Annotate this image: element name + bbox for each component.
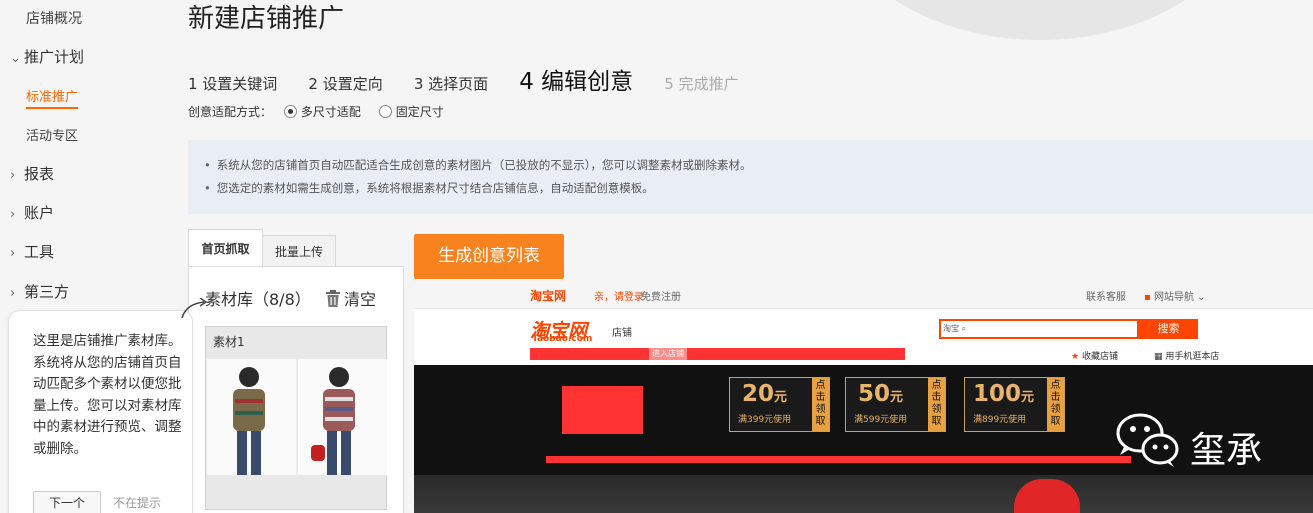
star-icon: ★ xyxy=(1071,352,1080,362)
search-icon: ⌕ xyxy=(961,324,967,333)
generate-creative-list-button[interactable]: 生成创意列表 xyxy=(414,234,564,279)
step-select-page: 3 选择页面 xyxy=(413,75,489,93)
step-indicator: 1 设置关键词 2 设置定向 3 选择页面 4 编辑创意 5 完成推广 xyxy=(188,62,765,98)
tooltip-arrow-icon xyxy=(181,298,208,319)
radio-fixed-size[interactable] xyxy=(378,105,392,118)
material-library-panel: 素材库（8/8） 清空 素材1 xyxy=(188,266,404,513)
coupon-amount: 20元 xyxy=(742,381,788,407)
background-decoration xyxy=(830,0,1250,40)
coupon-card: 20元 满399元使用 点击领取 xyxy=(729,377,830,432)
preview-lower-banner xyxy=(414,475,1313,513)
material-label: 素材1 xyxy=(213,335,245,349)
preview-enter-shop: 进入店铺 xyxy=(649,348,687,360)
sidebar-item-label: 推广计划 xyxy=(24,48,85,66)
coupon-card: 100元 满899元使用 点击领取 xyxy=(964,377,1065,432)
chevron-right-icon: › xyxy=(10,246,16,261)
sidebar-item-activity[interactable]: 活动专区 xyxy=(26,125,78,144)
preview-redacted-bar xyxy=(530,348,905,360)
material-card[interactable]: 素材1 xyxy=(205,326,387,510)
tab-batch-upload[interactable]: 批量上传 xyxy=(262,235,336,267)
chevron-down-icon: ⌄ xyxy=(1197,292,1206,303)
clear-label: 清空 xyxy=(344,290,377,309)
preview-login-link: 亲，请登录 xyxy=(594,292,644,303)
notice-line: 您选定的素材如需生成创意，系统将根据素材尺寸结合店铺信息，自动适配创意模板。 xyxy=(204,177,1313,200)
fit-mode-label: 创意适配方式： xyxy=(188,105,273,119)
sidebar-item-account[interactable]: › 账户 xyxy=(10,202,54,223)
coupon-amount: 50元 xyxy=(858,381,904,407)
tooltip-text: 这里是店铺推广素材库。系统将从您的店铺首页自动匹配多个素材以便您批量上传。您可以… xyxy=(33,333,182,457)
fit-mode-row: 创意适配方式： 多尺寸适配 固定尺寸 xyxy=(188,103,444,120)
coupon-get-label: 点击领取 xyxy=(928,378,945,431)
step-targeting: 2 设置定向 xyxy=(308,75,383,93)
preview-site-nav: ▪ 网站导航 ⌄ xyxy=(1144,288,1206,303)
preview-search-scope: 淘宝 ⌕ xyxy=(943,324,967,333)
watermark: 玺承 xyxy=(1114,409,1313,479)
preview-topbar: 淘宝网 亲，请登录 免费注册 联系客服 ▪ 网站导航 ⌄ xyxy=(414,279,1313,309)
sidebar-item-plan[interactable]: ⌄ 推广计划 xyxy=(10,46,84,67)
sidebar-item-label: 工具 xyxy=(24,243,55,261)
preview-redacted-line xyxy=(546,456,1131,463)
info-notice: 系统从您的店铺首页自动匹配适合生成创意的素材图片（已投放的不显示），您可以调整素… xyxy=(188,140,1313,214)
preview-favorite-shop: ★ 收藏店铺 xyxy=(1071,352,1118,362)
shop-preview: 淘宝网 亲，请登录 免费注册 联系客服 ▪ 网站导航 ⌄ 淘宝网 Taobao.… xyxy=(414,279,1313,513)
coupon-get-label: 点击领取 xyxy=(1047,378,1064,431)
radio-fixed-size-label[interactable]: 固定尺寸 xyxy=(396,105,444,119)
preview-topbar-logo: 淘宝网 xyxy=(530,289,567,303)
step-finish: 5 完成推广 xyxy=(664,75,739,93)
menu-icon: ▪ xyxy=(1144,292,1151,303)
sidebar-item-report[interactable]: › 报表 xyxy=(10,163,54,184)
coupon-card: 50元 满599元使用 点击领取 xyxy=(845,377,946,432)
dont-show-again-link[interactable]: 不在提示 xyxy=(113,494,161,511)
chevron-down-icon: ⌄ xyxy=(10,51,21,66)
coupon-condition: 满599元使用 xyxy=(854,415,908,425)
tab-homepage-capture[interactable]: 首页抓取 xyxy=(188,229,263,267)
preview-redacted-box xyxy=(562,386,643,434)
notice-line: 系统从您的店铺首页自动匹配适合生成创意的素材图片（已投放的不显示），您可以调整素… xyxy=(204,154,1313,177)
radio-multi-size[interactable] xyxy=(283,105,297,118)
sidebar-item-overview[interactable]: 店铺概况 xyxy=(26,8,82,28)
sidebar-item-label: 账户 xyxy=(24,204,55,222)
preview-site-nav-label: 网站导航 xyxy=(1153,292,1194,303)
preview-service-link: 联系客服 xyxy=(1086,292,1126,303)
preview-register-link: 免费注册 xyxy=(641,292,681,303)
sidebar-item-label: 第三方 xyxy=(24,283,70,301)
preview-logo-en: Taobao.com xyxy=(532,334,593,344)
next-button[interactable]: 下一个 xyxy=(33,491,101,513)
library-title: 素材库（8/8） xyxy=(205,290,311,309)
chevron-right-icon: › xyxy=(10,207,16,222)
step-edit-creative: 4 编辑创意 xyxy=(519,69,634,95)
sidebar-item-standard[interactable]: 标准推广 xyxy=(26,86,79,109)
material-thumbnail xyxy=(207,359,387,475)
page-root: 店铺概况 ⌄ 推广计划 标准推广 活动专区 › 报表 › 账户 › 工具 › 第三方 新建… xyxy=(0,0,1313,513)
preview-search-box: 淘宝 ⌕ xyxy=(939,319,1139,339)
qr-icon: ▦ xyxy=(1154,352,1163,362)
chevron-right-icon: › xyxy=(10,286,16,301)
sidebar-item-third-party[interactable]: › 第三方 xyxy=(10,281,69,302)
preview-mobile-shop: ▦ 用手机逛本店 xyxy=(1154,352,1220,362)
sidebar-item-tools[interactable]: › 工具 xyxy=(10,241,54,262)
clear-button[interactable]: 清空 xyxy=(325,286,376,312)
preview-model-image xyxy=(1014,479,1080,513)
sidebar-item-label: 报表 xyxy=(24,165,55,183)
coupon-condition: 满899元使用 xyxy=(973,415,1027,425)
page-title: 新建店铺推广 xyxy=(188,4,345,34)
wechat-icon xyxy=(1116,413,1179,467)
step-keywords: 1 设置关键词 xyxy=(188,75,278,93)
radio-multi-size-label[interactable]: 多尺寸适配 xyxy=(301,105,361,119)
chevron-right-icon: › xyxy=(10,168,16,183)
coupon-get-label: 点击领取 xyxy=(812,378,829,431)
guide-tooltip: 这里是店铺推广素材库。系统将从您的店铺首页自动匹配多个素材以便您批量上传。您可以… xyxy=(8,310,193,513)
preview-shop-label: 店铺 xyxy=(612,328,632,339)
watermark-name: 玺承 xyxy=(1190,430,1263,471)
preview-search-button: 搜索 xyxy=(1139,319,1198,339)
coupon-amount: 100元 xyxy=(973,381,1035,407)
trash-icon xyxy=(325,290,341,312)
coupon-condition: 满399元使用 xyxy=(738,415,792,425)
